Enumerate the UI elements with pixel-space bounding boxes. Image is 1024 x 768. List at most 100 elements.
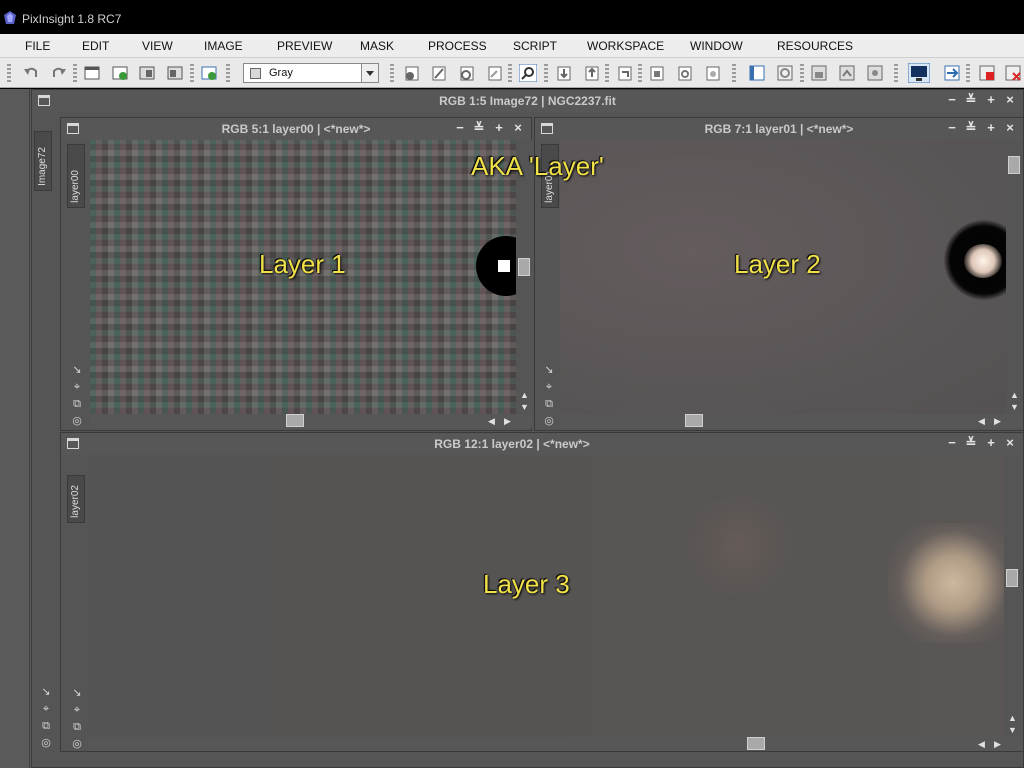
mask-show-icon[interactable] (458, 64, 476, 82)
chevron-down-icon[interactable] (361, 64, 378, 82)
menu-script[interactable]: SCRIPT (513, 39, 557, 53)
menu-file[interactable]: FILE (25, 39, 50, 53)
view-tool-crosshair-icon[interactable]: ⌖ (543, 381, 555, 393)
shade-icon[interactable]: ≚ (964, 121, 978, 135)
scroll-down-arrow[interactable]: ▼ (1008, 725, 1017, 735)
menu-preview[interactable]: PREVIEW (277, 39, 332, 53)
new-image-icon[interactable] (111, 64, 129, 82)
view-tool-crosshair-icon[interactable]: ⌖ (71, 381, 83, 393)
window-title-bar[interactable]: RGB 7:1 layer01 | <*new*> − ≚ + × (535, 118, 1023, 140)
preview-in-icon[interactable] (555, 64, 573, 82)
menu-image[interactable]: IMAGE (204, 39, 243, 53)
view-tool-crosshair-icon[interactable]: ⌖ (40, 703, 52, 715)
maximize-icon[interactable]: + (984, 93, 998, 107)
minimize-icon[interactable]: − (945, 93, 959, 107)
mask-remove-icon[interactable] (486, 64, 504, 82)
vertical-scrollbar[interactable]: ▲ ▼ (1004, 455, 1020, 737)
minimize-icon[interactable]: − (945, 121, 959, 135)
readout-icon[interactable] (838, 64, 856, 82)
scroll-right-arrow[interactable]: ▶ (994, 416, 1001, 426)
workspace-switch-icon[interactable] (943, 64, 961, 82)
view-tool-target-icon[interactable]: ◎ (71, 415, 83, 427)
shade-icon[interactable]: ≚ (472, 121, 486, 135)
scrollbar-thumb[interactable] (685, 414, 703, 427)
redo-icon[interactable] (50, 64, 68, 82)
shade-icon[interactable]: ≚ (964, 93, 978, 107)
scroll-up-arrow[interactable]: ▲ (1010, 390, 1019, 400)
scroll-down-arrow[interactable]: ▼ (1010, 402, 1019, 412)
histogram-icon[interactable] (866, 64, 884, 82)
view-tool-arrow-icon[interactable]: ↘ (71, 687, 83, 699)
view-tool-arrow-icon[interactable]: ↘ (71, 364, 83, 376)
view-tool-arrow-icon[interactable]: ↘ (543, 364, 555, 376)
view-tool-copy-icon[interactable]: ⧉ (71, 398, 83, 410)
scroll-left-arrow[interactable]: ◀ (978, 416, 985, 426)
undo-icon[interactable] (22, 64, 40, 82)
history-window-icon[interactable] (776, 64, 794, 82)
menu-resources[interactable]: RESOURCES (777, 39, 853, 53)
view-tool-copy-icon[interactable]: ⧉ (71, 721, 83, 733)
scroll-down-arrow[interactable]: ▼ (520, 402, 529, 412)
close-icon[interactable]: × (1003, 121, 1017, 135)
preview-out-icon[interactable] (583, 64, 601, 82)
close-icon[interactable]: × (1003, 436, 1017, 450)
history-prev-icon[interactable] (676, 64, 694, 82)
minimize-icon[interactable]: − (453, 121, 467, 135)
horizontal-scrollbar[interactable]: ◀ ▶ (90, 414, 532, 428)
menu-mask[interactable]: MASK (360, 39, 394, 53)
scroll-left-arrow[interactable]: ◀ (488, 416, 495, 426)
scroll-right-arrow[interactable]: ▶ (504, 416, 511, 426)
view-tool-arrow-icon[interactable]: ↘ (40, 686, 52, 698)
scrollbar-thumb[interactable] (747, 737, 765, 750)
new-preview-icon[interactable] (200, 64, 218, 82)
maximize-icon[interactable]: + (984, 436, 998, 450)
view-tool-target-icon[interactable]: ◎ (40, 737, 52, 749)
maximize-icon[interactable]: + (492, 121, 506, 135)
close-image-icon[interactable] (166, 64, 184, 82)
image-window-icon[interactable] (83, 64, 101, 82)
close-all-icon[interactable] (978, 64, 996, 82)
channel-select[interactable]: Gray (243, 63, 379, 83)
zoom-tool-icon[interactable] (519, 64, 537, 82)
view-tab-image72[interactable]: Image72 (34, 131, 52, 191)
scroll-right-arrow[interactable]: ▶ (994, 739, 1001, 749)
menu-view[interactable]: VIEW (142, 39, 173, 53)
process-undo-icon[interactable] (616, 64, 634, 82)
menu-window[interactable]: WINDOW (690, 39, 743, 53)
menu-workspace[interactable]: WORKSPACE (587, 39, 664, 53)
view-tool-target-icon[interactable]: ◎ (543, 415, 555, 427)
statistics-icon[interactable] (810, 64, 828, 82)
menu-edit[interactable]: EDIT (82, 39, 109, 53)
minimize-icon[interactable]: − (945, 436, 959, 450)
mask-edit-icon[interactable] (430, 64, 448, 82)
explorer-window-icon[interactable] (748, 64, 766, 82)
horizontal-scrollbar[interactable]: ◀ ▶ (560, 414, 1022, 428)
view-tab-layer00[interactable]: layer00 (67, 144, 85, 208)
scroll-up-arrow[interactable]: ▲ (520, 390, 529, 400)
monitor-icon[interactable] (908, 63, 930, 83)
history-first-icon[interactable] (648, 64, 666, 82)
view-tool-crosshair-icon[interactable]: ⌖ (71, 704, 83, 716)
exit-icon[interactable] (1004, 64, 1022, 82)
view-tool-copy-icon[interactable]: ⧉ (40, 720, 52, 732)
view-tool-target-icon[interactable]: ◎ (71, 738, 83, 750)
maximize-icon[interactable]: + (984, 121, 998, 135)
window-title-bar[interactable]: RGB 5:1 layer00 | <*new*> − ≚ + × (61, 118, 531, 140)
view-tab-layer02[interactable]: layer02 (67, 475, 85, 523)
close-icon[interactable]: × (511, 121, 525, 135)
mask-new-icon[interactable] (403, 64, 421, 82)
window-title-bar[interactable]: RGB 1:5 Image72 | NGC2237.fit − ≚ + × (32, 90, 1023, 112)
history-next-icon[interactable] (704, 64, 722, 82)
view-tool-copy-icon[interactable]: ⧉ (543, 398, 555, 410)
horizontal-scrollbar[interactable]: ◀ ▶ (88, 737, 1022, 751)
menu-process[interactable]: PROCESS (428, 39, 487, 53)
scrollbar-thumb[interactable] (1008, 156, 1020, 174)
scrollbar-thumb[interactable] (518, 258, 530, 276)
shade-icon[interactable]: ≚ (964, 436, 978, 450)
scroll-up-arrow[interactable]: ▲ (1008, 713, 1017, 723)
vertical-scrollbar[interactable]: ▲ ▼ (1006, 140, 1022, 414)
close-icon[interactable]: × (1003, 93, 1017, 107)
duplicate-image-icon[interactable] (138, 64, 156, 82)
window-title-bar[interactable]: RGB 12:1 layer02 | <*new*> − ≚ + × (61, 433, 1023, 455)
scrollbar-thumb[interactable] (1006, 569, 1018, 587)
